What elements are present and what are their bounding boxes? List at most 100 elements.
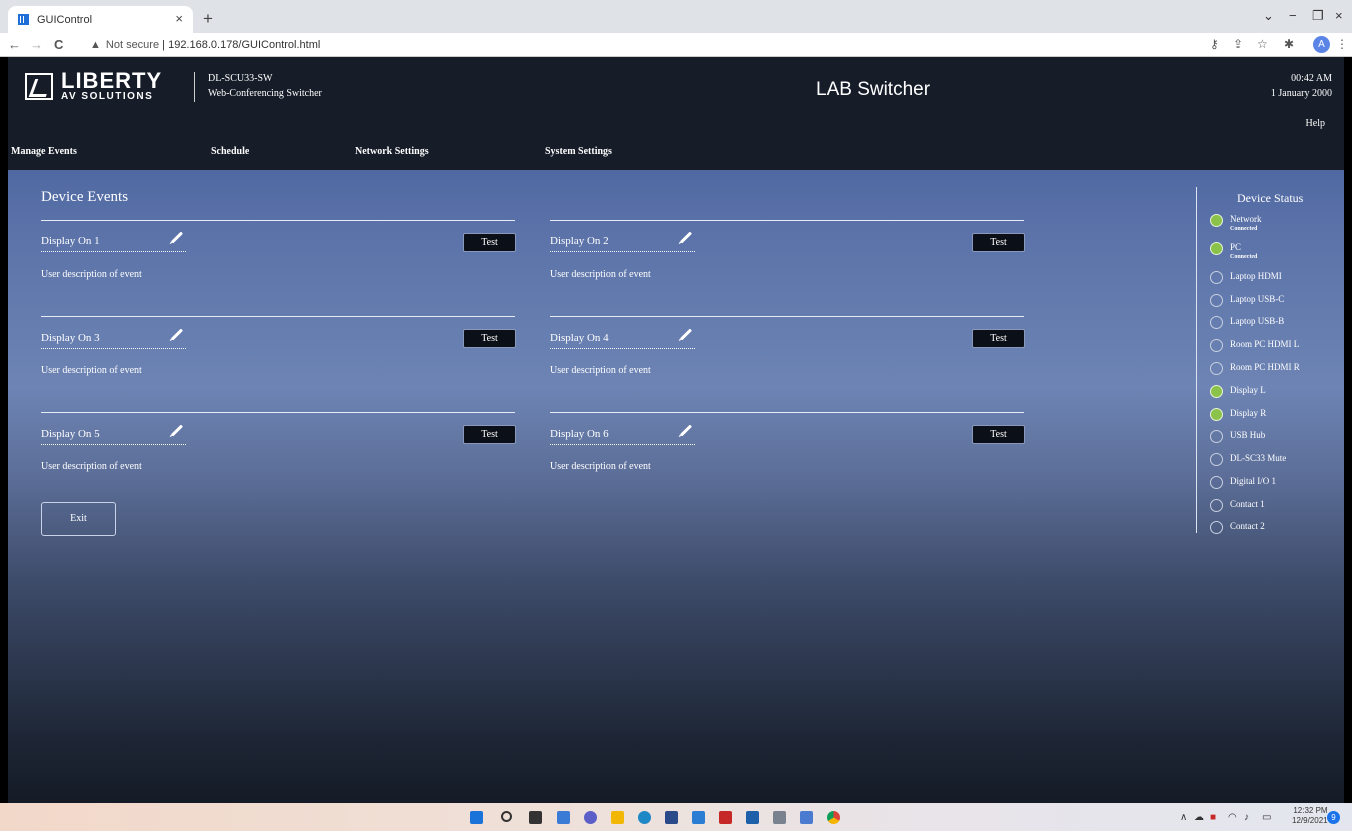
device-status-title: Device Status — [1237, 191, 1304, 205]
start-icon[interactable] — [470, 811, 483, 824]
close-tab-icon[interactable]: × — [175, 11, 183, 26]
tab-search-icon[interactable]: ⌄ — [1263, 8, 1274, 24]
mail-icon[interactable] — [746, 811, 759, 824]
menu-system-settings[interactable]: System Settings — [545, 146, 612, 157]
volume-icon[interactable]: ♪ — [1244, 812, 1249, 823]
status-sublabel: Connected — [1230, 254, 1258, 260]
profile-avatar[interactable]: A — [1313, 36, 1330, 53]
chrome-icon[interactable] — [827, 811, 840, 824]
taskbar-date: 12/9/2021 — [1292, 816, 1328, 825]
status-sublabel: Connected — [1230, 226, 1258, 232]
share-icon[interactable]: ⇪ — [1233, 37, 1243, 51]
event-name[interactable]: Display On 4 — [550, 332, 695, 349]
status-item: Laptop USB-B — [1210, 316, 1284, 329]
app-tray-icon[interactable]: ■ — [1210, 812, 1216, 823]
star-icon[interactable]: ☆ — [1257, 37, 1268, 51]
event-description: User description of event — [41, 365, 142, 376]
calculator-icon[interactable] — [773, 811, 786, 824]
taskbar-clock[interactable]: 12:32 PM 12/9/2021 — [1292, 806, 1328, 826]
task-view-icon[interactable] — [529, 811, 542, 824]
event-name[interactable]: Display On 5 — [41, 428, 186, 445]
status-led-off-icon — [1210, 294, 1223, 307]
status-led-off-icon — [1210, 521, 1223, 534]
logo-main-text: LIBERTY — [61, 68, 163, 93]
more-menu-icon[interactable]: ⋮ — [1336, 37, 1348, 51]
event-divider — [41, 220, 515, 221]
status-label: USB Hub — [1230, 430, 1266, 440]
outlook-icon[interactable] — [692, 811, 705, 824]
notification-badge[interactable]: 9 — [1327, 811, 1340, 824]
mcafee-icon[interactable] — [719, 811, 732, 824]
test-button[interactable]: Test — [972, 425, 1025, 444]
status-label: Digital I/O 1 — [1230, 476, 1276, 486]
search-icon[interactable] — [501, 811, 512, 822]
event-name[interactable]: Display On 1 — [41, 235, 186, 252]
status-led-off-icon — [1210, 499, 1223, 512]
minimize-button[interactable]: − — [1289, 8, 1297, 23]
key-icon[interactable]: ⚷ — [1210, 37, 1219, 51]
test-button[interactable]: Test — [972, 233, 1025, 252]
app-icon[interactable] — [800, 811, 813, 824]
status-item: Laptop HDMI — [1210, 271, 1282, 284]
back-button[interactable]: ← — [8, 37, 21, 52]
maximize-button[interactable]: ❐ — [1312, 8, 1324, 24]
status-item: Contact 1 — [1210, 499, 1265, 512]
event-name[interactable]: Display On 2 — [550, 235, 695, 252]
wifi-icon[interactable]: ◠ — [1228, 812, 1237, 823]
status-item: Room PC HDMI L — [1210, 339, 1299, 352]
event-divider — [41, 316, 515, 317]
menu-schedule[interactable]: Schedule — [211, 146, 249, 157]
browser-tab[interactable]: GUIControl × — [8, 6, 193, 33]
status-label: Display L — [1230, 385, 1266, 395]
status-label: Display R — [1230, 408, 1267, 418]
reload-button[interactable]: C — [54, 37, 63, 52]
status-led-off-icon — [1210, 316, 1223, 329]
event-divider — [550, 316, 1024, 317]
edge-icon[interactable] — [638, 811, 651, 824]
test-button[interactable]: Test — [972, 329, 1025, 348]
test-button[interactable]: Test — [463, 425, 516, 444]
event-divider — [41, 412, 515, 413]
store-icon[interactable] — [665, 811, 678, 824]
help-link[interactable]: Help — [1306, 118, 1325, 129]
widgets-icon[interactable] — [557, 811, 570, 824]
event-name[interactable]: Display On 3 — [41, 332, 186, 349]
status-item: Display L — [1210, 385, 1266, 398]
status-item: DL-SC33 Mute — [1210, 453, 1286, 466]
menu-manage-events[interactable]: Manage Events — [11, 146, 77, 157]
model-info: DL-SCU33-SW Web-Conferencing Switcher — [208, 71, 322, 101]
menu-network-settings[interactable]: Network Settings — [355, 146, 429, 157]
test-button[interactable]: Test — [463, 233, 516, 252]
status-led-on-icon — [1210, 242, 1223, 255]
address-field[interactable]: ▲ Not secure | 192.168.0.178/GUIControl.h… — [90, 39, 320, 51]
battery-icon[interactable]: ▭ — [1262, 812, 1271, 823]
status-label: Contact 1 — [1230, 499, 1265, 509]
status-led-off-icon — [1210, 339, 1223, 352]
exit-button[interactable]: Exit — [41, 502, 116, 536]
test-button[interactable]: Test — [463, 329, 516, 348]
cloud-icon[interactable]: ☁ — [1194, 812, 1204, 823]
extensions-icon[interactable]: ✱ — [1284, 37, 1294, 51]
status-led-on-icon — [1210, 385, 1223, 398]
status-label: PC — [1230, 242, 1242, 252]
chevron-up-icon[interactable]: ∧ — [1180, 812, 1187, 823]
status-led-off-icon — [1210, 430, 1223, 443]
logo-mark-icon — [25, 72, 53, 100]
event-description: User description of event — [41, 269, 142, 280]
close-window-button[interactable]: × — [1335, 8, 1343, 23]
status-label: Network — [1230, 214, 1262, 224]
status-item: PC Connected — [1210, 242, 1257, 261]
new-tab-button[interactable]: + — [203, 9, 213, 29]
status-label: Contact 2 — [1230, 521, 1265, 531]
event-description: User description of event — [550, 461, 651, 472]
liberty-logo: LIBERTY AV SOLUTIONS — [25, 70, 162, 102]
file-explorer-icon[interactable] — [611, 811, 624, 824]
status-led-off-icon — [1210, 362, 1223, 375]
status-led-on-icon — [1210, 214, 1223, 227]
teams-chat-icon[interactable] — [584, 811, 597, 824]
forward-button[interactable]: → — [30, 37, 43, 52]
event-name[interactable]: Display On 6 — [550, 428, 695, 445]
status-label: Laptop USB-C — [1230, 294, 1285, 304]
clock-date: 1 January 2000 — [1270, 88, 1332, 99]
taskbar-time: 12:32 PM — [1293, 806, 1328, 815]
